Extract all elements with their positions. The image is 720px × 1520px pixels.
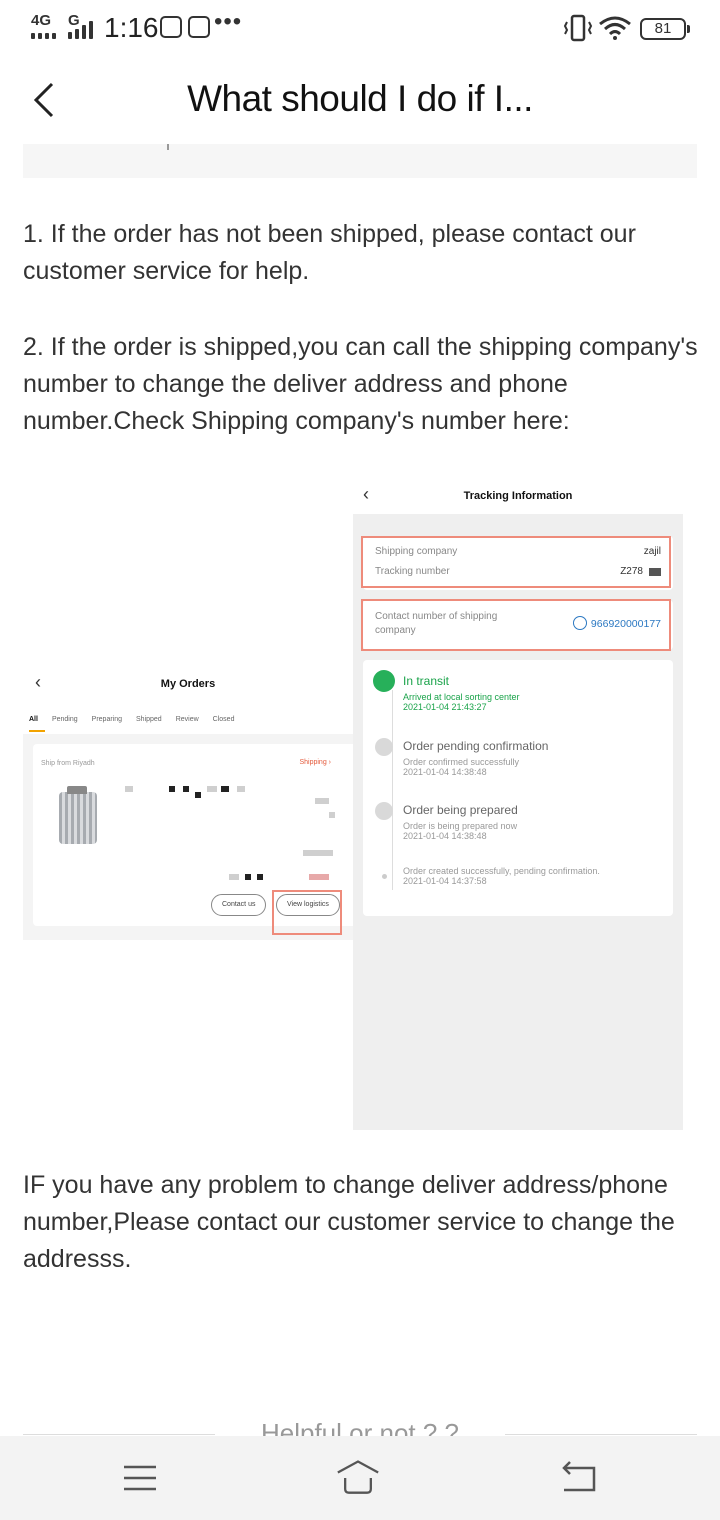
tracking-header: ‹ Tracking Information: [353, 472, 683, 514]
blurred-text: [207, 786, 217, 792]
blurred-price: [315, 798, 329, 804]
clock: 1:16: [104, 12, 159, 43]
instruction-paragraph-1: 1. If the order has not been shipped, pl…: [23, 220, 636, 285]
page-title: What should I do if I...: [187, 78, 533, 119]
blurred-text: [169, 786, 175, 792]
battery-icon: 81: [640, 18, 690, 40]
contact-us-button: Contact us: [211, 894, 267, 916]
blurred-total: [257, 874, 263, 880]
tab-all: All: [29, 716, 38, 723]
orders-tabs: All Pending Preparing Shipped Review Clo…: [29, 716, 234, 723]
instruction-paragraph-3: IF you have any problem to change delive…: [23, 1171, 675, 1273]
status-bar: 4G G 1:16 ••• 81: [0, 0, 720, 56]
signal-icon-2: [68, 17, 93, 39]
divider-right: [505, 1434, 697, 1435]
blurred-text: [195, 792, 201, 798]
return-icon[interactable]: [558, 1456, 602, 1500]
timeline-event-created: Order created successfully, pending conf…: [403, 866, 600, 886]
created-dot: [382, 874, 387, 879]
active-tab-indicator: [29, 730, 45, 732]
tab-preparing: Preparing: [91, 716, 123, 723]
home-icon[interactable]: [336, 1456, 380, 1500]
tracking-info-screenshot: ‹ Tracking Information Shipping company …: [353, 472, 683, 1130]
vibrate-icon: [563, 14, 593, 42]
product-image: [59, 786, 97, 844]
chevron-left-icon[interactable]: [26, 78, 70, 122]
battery-level: 81: [654, 20, 672, 37]
system-navigation-bar: [0, 1436, 720, 1520]
timeline-event-in-transit: In transit Arrived at local sorting cent…: [403, 674, 520, 712]
blurred-price: [329, 812, 335, 818]
ship-from-label: Ship from Riyadh: [41, 760, 95, 767]
tab-review: Review: [175, 716, 199, 723]
tracking-timeline-card: In transit Arrived at local sorting cent…: [363, 660, 673, 916]
tab-closed: Closed: [212, 716, 235, 723]
timeline-line: [392, 690, 393, 890]
my-orders-title: My Orders: [160, 678, 216, 690]
blurred-text: [237, 786, 245, 792]
menu-icon[interactable]: [118, 1456, 162, 1500]
blurred-price: [303, 850, 333, 856]
my-orders-screenshot: ‹ My Orders All Pending Preparing Shippe…: [23, 664, 371, 940]
highlight-view-logistics: [272, 890, 342, 935]
tab-shipped: Shipped: [136, 716, 162, 723]
tracking-title: Tracking Information: [463, 490, 573, 502]
blurred-total: [309, 874, 329, 880]
more-notifications-icon: •••: [214, 8, 243, 35]
signal-icon: [31, 17, 56, 39]
preparing-icon: [375, 802, 393, 820]
timeline-event-preparing: Order being prepared Order is being prep…: [403, 803, 518, 841]
instagram-icon: [160, 16, 182, 38]
highlight-contact-number: [361, 599, 671, 651]
tab-pending: Pending: [51, 716, 78, 723]
timeline-event-pending: Order pending confirmation Order confirm…: [403, 739, 549, 777]
message-icon: [188, 16, 210, 38]
blurred-text: [183, 786, 189, 792]
instruction-paragraph-2: 2. If the order is shipped,you can call …: [23, 333, 698, 435]
order-status: Shipping ›: [299, 759, 331, 766]
blurred-text: [125, 786, 133, 792]
blurred-total: [245, 874, 251, 880]
instruction-screenshot: ‹ My Orders All Pending Preparing Shippe…: [23, 472, 683, 1130]
wifi-icon: [599, 16, 631, 40]
pending-icon: [375, 738, 393, 756]
highlight-shipping-info: [361, 536, 671, 588]
blurred-total: [229, 874, 239, 880]
in-transit-icon: [373, 670, 395, 692]
content-top-divider: [23, 144, 697, 178]
blurred-text: [221, 786, 229, 792]
